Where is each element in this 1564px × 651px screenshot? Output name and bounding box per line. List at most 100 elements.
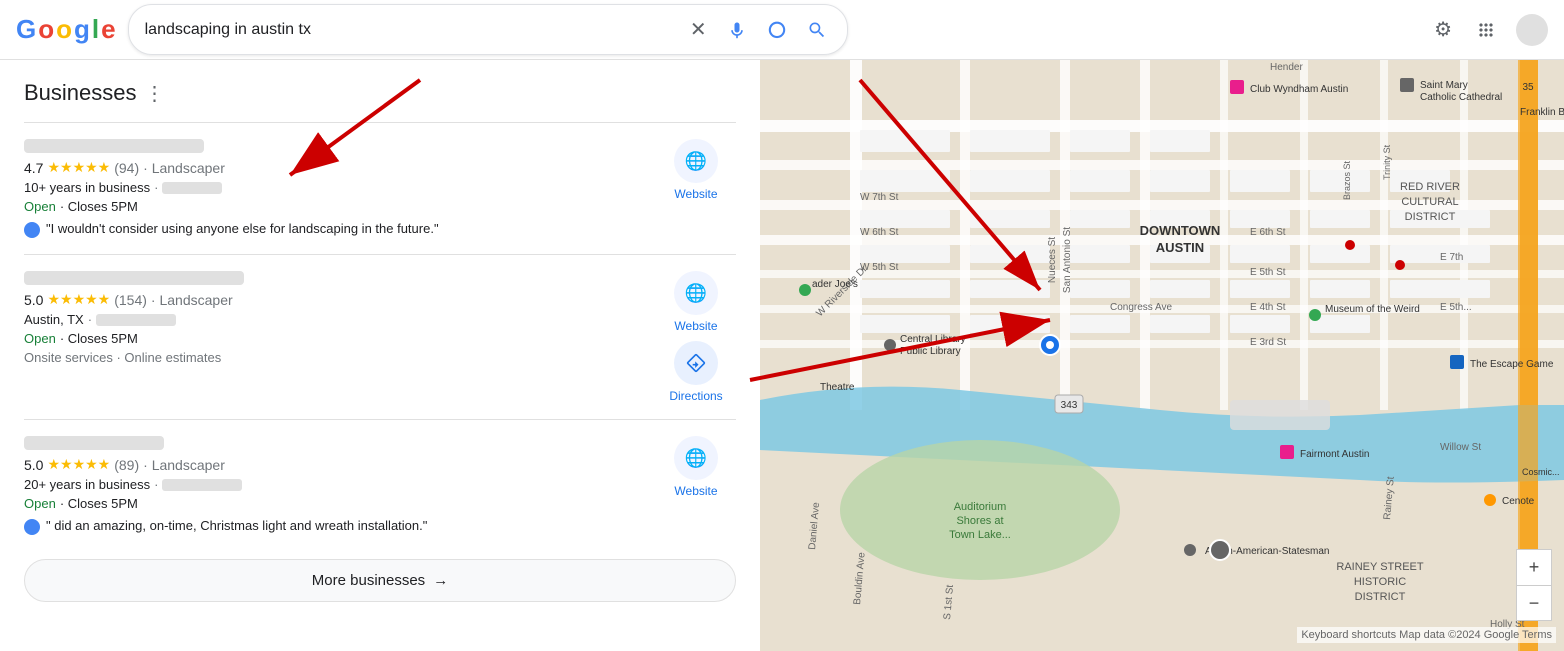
business-name-blurred-3 (24, 436, 164, 450)
svg-text:Public Library: Public Library (900, 346, 961, 357)
website-icon-1: 🌐 (674, 139, 718, 183)
detail-row-1: 10+ years in business · (24, 180, 644, 195)
open-status-row-2: Open · Closes 5PM (24, 331, 644, 346)
website-button-2[interactable]: 🌐 Website (674, 271, 718, 333)
svg-text:W 6th St: W 6th St (860, 227, 899, 238)
search-button[interactable] (803, 16, 831, 44)
svg-text:E 5th...: E 5th... (1440, 302, 1472, 313)
detail-row-2: Austin, TX · (24, 312, 644, 327)
svg-text:343: 343 (1061, 400, 1078, 411)
svg-text:W 5th St: W 5th St (860, 262, 899, 273)
website-button-3[interactable]: 🌐 Website (674, 436, 718, 498)
businesses-section-title: Businesses ⋮ (24, 80, 736, 106)
search-input[interactable] (145, 21, 676, 39)
svg-text:Catholic Cathedral: Catholic Cathedral (1420, 92, 1502, 103)
business-info-3: 5.0 ★★★★★ (89) · Landscaper 20+ years in… (24, 436, 644, 535)
svg-text:Theatre: Theatre (820, 382, 855, 393)
search-icon-group: ✕ (686, 13, 831, 46)
svg-text:Nueces St: Nueces St (1047, 237, 1058, 283)
stars-2: ★★★★★ (47, 291, 110, 308)
zoom-out-button[interactable]: − (1516, 585, 1552, 621)
svg-text:Cosmic...: Cosmic... (1522, 467, 1560, 477)
svg-text:E 5th St: E 5th St (1250, 267, 1286, 278)
review-text-3: " did an amazing, on-time, Christmas lig… (46, 517, 427, 535)
business-actions-1: 🌐 Website (656, 139, 736, 238)
apps-button[interactable] (1472, 16, 1500, 44)
review-count-3: (89) (114, 457, 139, 473)
detail-row-3: 20+ years in business · (24, 477, 644, 492)
category-1: · Landscaper (143, 160, 225, 176)
website-icon-2: 🌐 (674, 271, 718, 315)
svg-text:Town Lake...: Town Lake... (949, 529, 1011, 541)
business-actions-3: 🌐 Website (656, 436, 736, 535)
svg-text:San Antonio St: San Antonio St (1062, 227, 1073, 293)
review-1: "I wouldn't consider using anyone else f… (24, 220, 644, 238)
stars-3: ★★★★★ (47, 456, 110, 473)
zoom-in-button[interactable]: + (1516, 549, 1552, 585)
google-logo: Google (16, 14, 116, 45)
svg-text:Club Wyndham Austin: Club Wyndham Austin (1250, 84, 1348, 95)
review-count-1: (94) (114, 160, 139, 176)
more-arrow-icon: → (433, 572, 448, 589)
svg-text:Hender: Hender (1270, 62, 1303, 73)
open-label-2: Open (24, 331, 56, 346)
svg-text:Brazos St: Brazos St (1342, 160, 1352, 200)
review-icon-1 (24, 222, 40, 238)
review-text-1: "I wouldn't consider using anyone else f… (46, 220, 439, 238)
svg-text:35: 35 (1522, 82, 1534, 93)
directions-button-2[interactable]: Directions (669, 341, 722, 403)
review-count-2: (154) (114, 292, 147, 308)
settings-button[interactable]: ⚙ (1430, 13, 1456, 46)
website-button-1[interactable]: 🌐 Website (674, 139, 718, 201)
avatar[interactable] (1516, 14, 1548, 46)
svg-text:E 4th St: E 4th St (1250, 302, 1286, 313)
svg-text:Shores at: Shores at (956, 515, 1003, 527)
more-businesses-button[interactable]: More businesses → (24, 559, 736, 602)
businesses-label: Businesses (24, 80, 137, 106)
business-name-blurred-1 (24, 139, 204, 153)
open-status-row-1: Open · Closes 5PM (24, 199, 644, 214)
rating-row-1: 4.7 ★★★★★ (94) · Landscaper (24, 159, 644, 176)
rating-value-1: 4.7 (24, 160, 43, 176)
clear-button[interactable]: ✕ (686, 13, 711, 46)
business-name-blurred-2 (24, 271, 244, 285)
lens-button[interactable] (763, 16, 791, 44)
website-label-3: Website (674, 484, 717, 498)
mic-button[interactable] (723, 16, 751, 44)
svg-text:The Escape Game: The Escape Game (1470, 359, 1554, 370)
review-icon-3 (24, 519, 40, 535)
more-businesses-label: More businesses (312, 572, 425, 589)
phone-blurred-3 (162, 479, 242, 491)
map-container[interactable]: Auditorium Shores at Town Lake... W Rive… (760, 60, 1564, 651)
directions-icon-2 (674, 341, 718, 385)
main-content: Businesses ⋮ 4.7 ★★★★★ (94) · Landscaper… (0, 60, 1564, 651)
open-label-1: Open (24, 199, 56, 214)
svg-text:Museum of the Weird: Museum of the Weird (1325, 304, 1420, 315)
rating-row-3: 5.0 ★★★★★ (89) · Landscaper (24, 456, 644, 473)
map-controls: + − (1516, 549, 1552, 621)
close-time-3: · Closes 5PM (60, 496, 138, 511)
close-time-2: · Closes 5PM (60, 331, 138, 346)
business-info-2: 5.0 ★★★★★ (154) · Landscaper Austin, TX … (24, 271, 644, 403)
services-row-2: Onsite services · Online estimates (24, 350, 644, 365)
review-3: " did an amazing, on-time, Christmas lig… (24, 517, 644, 535)
svg-text:Saint Mary: Saint Mary (1420, 80, 1468, 91)
more-options-icon[interactable]: ⋮ (145, 81, 165, 106)
header-right: ⚙ (1430, 13, 1548, 46)
location-2: Austin, TX (24, 312, 84, 327)
business-card-3: 5.0 ★★★★★ (89) · Landscaper 20+ years in… (24, 419, 736, 551)
business-card-1: 4.7 ★★★★★ (94) · Landscaper 10+ years in… (24, 122, 736, 254)
svg-text:ader Joe's: ader Joe's (812, 279, 858, 290)
svg-text:AUSTIN: AUSTIN (1156, 240, 1204, 255)
svg-text:DISTRICT: DISTRICT (1355, 591, 1406, 603)
svg-text:RED RIVER: RED RIVER (1400, 181, 1460, 193)
website-label-2: Website (674, 319, 717, 333)
svg-text:Fairmont Austin: Fairmont Austin (1300, 449, 1369, 460)
map-panel: Auditorium Shores at Town Lake... W Rive… (760, 60, 1564, 651)
category-2: · Landscaper (151, 292, 233, 308)
svg-text:DISTRICT: DISTRICT (1405, 211, 1456, 223)
header: Google ✕ ⚙ (0, 0, 1564, 60)
business-info-1: 4.7 ★★★★★ (94) · Landscaper 10+ years in… (24, 139, 644, 238)
rating-value-2: 5.0 (24, 292, 43, 308)
business-card-2: 5.0 ★★★★★ (154) · Landscaper Austin, TX … (24, 254, 736, 419)
